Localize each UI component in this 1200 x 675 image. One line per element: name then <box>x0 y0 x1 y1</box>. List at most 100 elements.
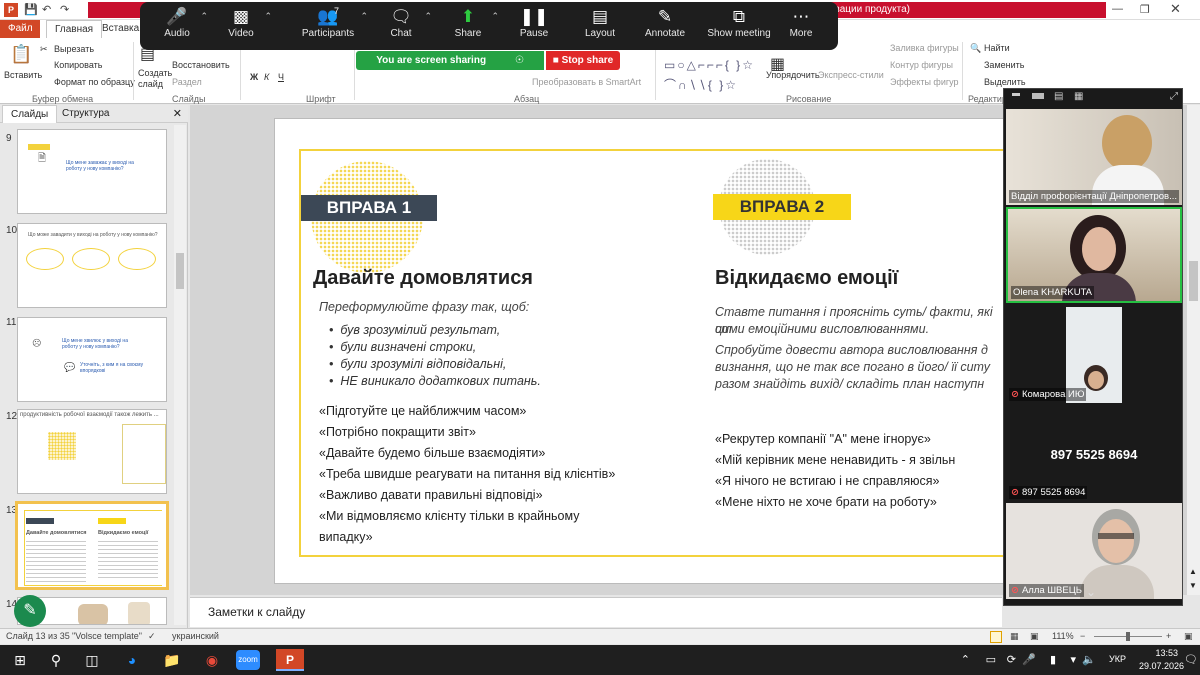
keyboard-language[interactable]: УКР <box>1109 654 1126 664</box>
restore-window-icon[interactable]: ❐ <box>1140 3 1150 16</box>
shape-outline-button[interactable]: Контур фигуры <box>890 60 953 70</box>
share-button[interactable]: ⬆ Share ⌃ <box>435 2 501 50</box>
audio-button[interactable]: 🎤 Audio ⌃ <box>144 2 210 50</box>
battery-icon[interactable]: ▮ <box>1050 653 1056 666</box>
close-panel-icon[interactable]: ✕ <box>173 107 182 120</box>
expand-panel-icon[interactable]: ⤢ <box>1170 91 1178 102</box>
more-button[interactable]: ⋯ More <box>768 2 834 50</box>
cut-button[interactable]: Вырезать <box>54 44 94 54</box>
slide-notes[interactable]: Заметки к слайду <box>190 597 1002 627</box>
zoom-app-icon[interactable]: zoom <box>236 650 260 670</box>
current-slide[interactable]: ВПРАВА 1 ВПРАВА 2 Давайте домовлятися Пе… <box>274 118 1008 584</box>
chevron-up-icon[interactable]: ⌃ <box>200 11 208 22</box>
slide-thumbnail-9[interactable]: 🗎 Що мене заважає у виході на роботу у н… <box>17 129 167 214</box>
participants-button[interactable]: 👥 7 Participants ⌃ <box>286 2 370 50</box>
participant-tile-2[interactable]: Olena KHARKUTA <box>1006 207 1182 303</box>
fit-slide-icon[interactable]: ▣ <box>1184 631 1193 642</box>
chevron-down-icon[interactable]: ⌄ <box>1086 585 1096 599</box>
normal-view-icon[interactable] <box>990 631 1002 643</box>
speaker-view-icon[interactable] <box>1032 93 1044 99</box>
new-slide-button[interactable]: Создать слайд <box>138 68 172 90</box>
show-hidden-icons-icon[interactable]: ⌃ <box>961 653 970 666</box>
network-icon[interactable]: ▭ <box>986 653 996 666</box>
powerpoint-taskbar-icon[interactable]: P <box>276 649 304 671</box>
chat-button[interactable]: 🗨 Chat ⌃ <box>368 2 434 50</box>
search-icon[interactable]: ⚲ <box>42 649 70 671</box>
arrange-button[interactable]: Упорядочить <box>766 70 820 80</box>
underline-icon[interactable]: Ч <box>278 72 284 82</box>
annotate-button[interactable]: ✎ Annotate <box>632 2 698 50</box>
microphone-icon[interactable]: 🎤 <box>1022 653 1036 666</box>
tab-file[interactable]: Файл <box>0 20 40 38</box>
slide-scrollbar[interactable]: ▲ ▼ <box>1187 105 1200 595</box>
pause-button[interactable]: ❚❚ Pause <box>501 2 567 50</box>
replace-button[interactable]: Заменить <box>984 60 1024 70</box>
shapes-gallery-row2[interactable]: ⌒∩∖∖{ }☆ <box>664 76 738 93</box>
italic-icon[interactable]: К <box>264 72 269 82</box>
minimize-window-icon[interactable]: — <box>1112 3 1123 15</box>
restore-button[interactable]: Восстановить <box>172 60 230 70</box>
notifications-icon[interactable]: 🗨 <box>1184 653 1198 666</box>
chevron-up-icon[interactable]: ⌃ <box>424 11 432 22</box>
zoom-level[interactable]: 111% <box>1052 631 1074 641</box>
tab-slides[interactable]: Слайды <box>2 105 58 123</box>
sync-icon[interactable]: ⟳ <box>1007 653 1016 666</box>
annotate-pen-icon[interactable]: ✎ <box>14 595 46 627</box>
reading-view-icon[interactable]: ▣ <box>1030 631 1039 642</box>
volume-icon[interactable]: 🔈 <box>1082 653 1096 666</box>
slide-thumbnail-10[interactable]: Що може завадити у виході на роботу у но… <box>17 223 167 308</box>
participant-tile-3[interactable]: ⊘ Комарова ИЮ <box>1006 307 1182 403</box>
convert-smartart-button[interactable]: Преобразовать в SmartArt <box>532 77 641 87</box>
wifi-icon[interactable]: ▾ <box>1070 653 1076 666</box>
section-button[interactable]: Раздел <box>172 77 202 87</box>
prev-slide-icon[interactable]: ▲ <box>1189 567 1197 576</box>
edge-browser-icon[interactable]: ◕ <box>118 649 146 671</box>
thumbnails-scrollbar[interactable] <box>174 125 186 625</box>
participant-tile-1[interactable]: Відділ профорієнтації Дніпропетров... <box>1006 109 1182 205</box>
clock-date[interactable]: 29.07.2026 <box>1139 661 1184 671</box>
language-indicator[interactable]: украинский <box>172 631 219 641</box>
redo-icon[interactable]: ↷ <box>60 3 69 16</box>
file-explorer-icon[interactable]: 📁 <box>158 649 186 671</box>
slide-sorter-icon[interactable]: ▦ <box>1010 631 1019 642</box>
zoom-in-icon[interactable]: + <box>1166 631 1171 641</box>
shape-effects-button[interactable]: Эффекты фигур <box>890 77 959 87</box>
undo-icon[interactable]: ↶ <box>42 3 51 16</box>
slide-thumbnail-11[interactable]: ☹ Що мене хвилює у виході на роботу у но… <box>17 317 167 402</box>
chevron-up-icon[interactable]: ⌃ <box>264 11 272 22</box>
clock-time[interactable]: 13:53 <box>1155 648 1178 658</box>
minimize-panel-icon[interactable] <box>1012 93 1020 96</box>
chevron-up-icon[interactable]: ⌃ <box>491 11 499 22</box>
spellcheck-icon[interactable]: ✓ <box>148 631 156 642</box>
zoom-out-icon[interactable]: − <box>1080 631 1085 641</box>
gallery-view-icon[interactable]: ▦ <box>1074 91 1083 102</box>
save-icon[interactable]: 💾 <box>24 3 38 16</box>
cut-icon[interactable]: ✂ <box>40 44 48 55</box>
video-button[interactable]: ▩ Video ⌃ <box>208 2 274 50</box>
shape-fill-button[interactable]: Заливка фигуры <box>890 43 959 53</box>
strip-view-icon[interactable]: ▤ <box>1054 91 1063 102</box>
format-painter-button[interactable]: Формат по образцу <box>54 77 135 87</box>
select-button[interactable]: Выделить <box>984 77 1026 87</box>
zoom-slider-thumb[interactable] <box>1126 632 1130 641</box>
participant-tile-4[interactable]: 897 5525 8694 ⊘ 897 5525 8694 <box>1006 405 1182 501</box>
close-window-icon[interactable]: ✕ <box>1170 1 1181 17</box>
chrome-icon[interactable]: ◉ <box>198 649 226 671</box>
express-styles-button[interactable]: Экспресс-стили <box>818 70 884 80</box>
find-button[interactable]: Найти <box>984 43 1010 53</box>
task-view-icon[interactable]: ◫ <box>78 649 106 671</box>
chevron-up-icon[interactable]: ⌃ <box>360 11 368 22</box>
find-icon[interactable]: 🔍 <box>970 43 981 54</box>
layout-button[interactable]: ▤ Layout <box>567 2 633 50</box>
copy-button[interactable]: Копировать <box>54 60 102 70</box>
paste-icon[interactable]: 📋 <box>10 44 32 65</box>
windows-start-icon[interactable]: ⊞ <box>6 649 34 671</box>
stop-share-button[interactable]: ■ Stop share <box>546 51 620 70</box>
slide-thumbnail-13[interactable]: Давайте домовлятися Відкидаємо емоції <box>15 501 169 590</box>
tab-outline[interactable]: Структура <box>54 105 117 123</box>
shapes-gallery[interactable]: ▭○△⌐⌐⌐{ }☆ <box>664 58 755 72</box>
paste-button[interactable]: Вставить <box>4 70 42 80</box>
slide-thumbnail-12[interactable]: продуктивність робочої взаємодії також л… <box>17 409 167 494</box>
bold-icon[interactable]: Ж <box>250 72 258 82</box>
next-slide-icon[interactable]: ▼ <box>1189 581 1197 590</box>
